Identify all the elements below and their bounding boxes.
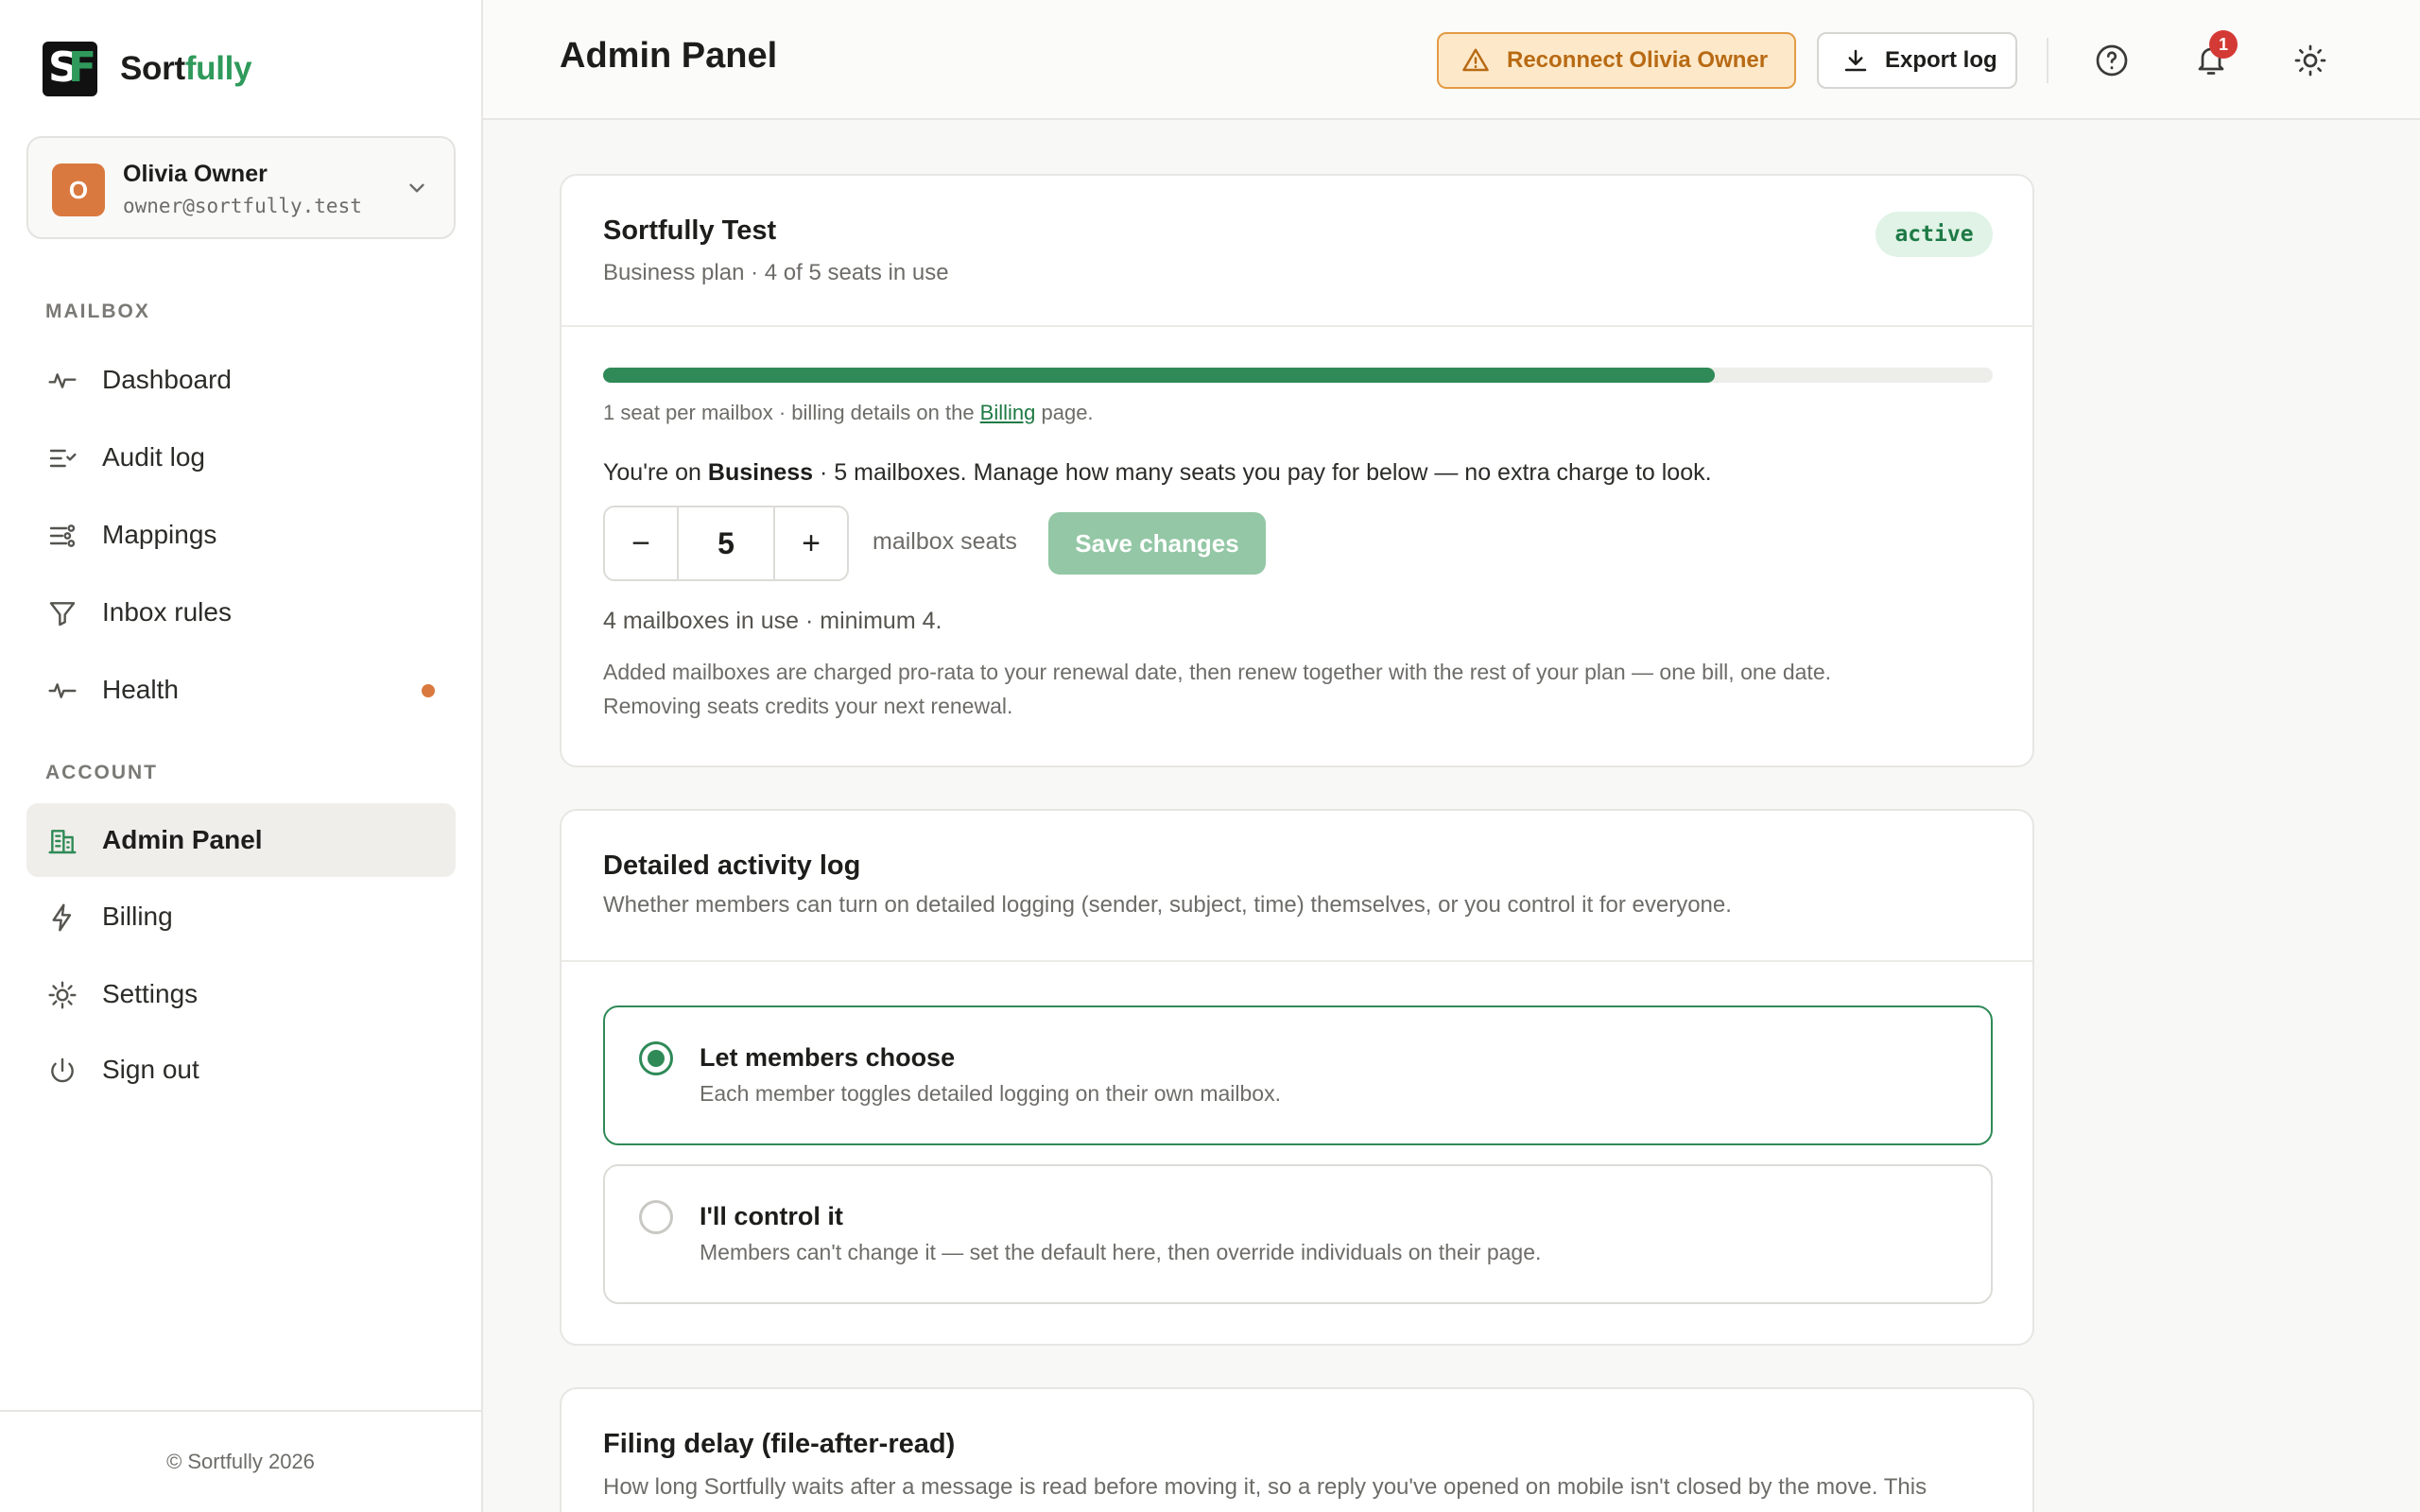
- option-title: Let members choose: [700, 1043, 956, 1072]
- export-log-label: Export log: [1885, 47, 1997, 73]
- list-check-icon: [49, 449, 77, 468]
- plan-card: Sortfully Test Business plan · 4 of 5 se…: [560, 174, 2034, 767]
- sidebar-item-label: Mappings: [102, 520, 217, 549]
- card-divider: [562, 325, 2032, 327]
- sidebar-item-audit-log[interactable]: Audit log: [26, 421, 456, 494]
- sidebar-item-health[interactable]: Health: [26, 653, 456, 727]
- sidebar-item-admin-panel[interactable]: Admin Panel: [26, 803, 456, 877]
- sidebar-item-label: Health: [102, 675, 179, 704]
- sun-icon[interactable]: [2293, 43, 2327, 77]
- health-alert-dot: [422, 684, 435, 697]
- sidebar-item-inbox-rules[interactable]: Inbox rules: [26, 576, 456, 649]
- top-bar: Admin Panel Reconnect Olivia Owner Expor…: [483, 0, 2420, 120]
- status-badge: active: [1876, 212, 1993, 257]
- download-icon: [1844, 49, 1867, 72]
- seat-usage-bar: [603, 368, 1993, 383]
- user-email: owner@sortfully.test: [123, 195, 362, 217]
- chevron-down-icon: [409, 183, 424, 193]
- sidebar-item-mappings[interactable]: Mappings: [26, 498, 456, 572]
- sidebar-item-label: Dashboard: [102, 365, 232, 394]
- activity-icon: [48, 373, 77, 388]
- bolt-icon: [52, 903, 72, 932]
- prorata-note-1: Added mailboxes are charged pro-rata to …: [603, 660, 1831, 684]
- radio-button[interactable]: [639, 1200, 673, 1234]
- increment-button[interactable]: +: [775, 507, 847, 579]
- power-icon: [51, 1057, 74, 1083]
- seat-label: mailbox seats: [873, 528, 1017, 555]
- brand[interactable]: SF Sortfully: [43, 42, 252, 96]
- account-switcher[interactable]: O Olivia Owner owner@sortfully.test: [26, 136, 456, 239]
- brand-name: Sortfully: [120, 50, 252, 87]
- copyright: © Sortfully 2026: [0, 1410, 481, 1512]
- export-log-button[interactable]: Export log: [1817, 32, 2017, 89]
- prorata-note-2: Removing seats credits your next renewal…: [603, 694, 1013, 718]
- notification-badge: 1: [2209, 30, 2238, 59]
- usage-note: 4 mailboxes in use · minimum 4.: [603, 608, 942, 634]
- option-let-members-choose[interactable]: Let members choose Each member toggles d…: [603, 1005, 1993, 1145]
- option-ill-control-it[interactable]: I'll control it Members can't change it …: [603, 1164, 1993, 1304]
- card-divider: [562, 960, 2032, 962]
- gear-icon: [48, 981, 77, 1009]
- logo-icon: SF: [43, 42, 97, 96]
- sidebar: SF Sortfully O Olivia Owner owner@sortfu…: [0, 0, 483, 1512]
- activity-log-title: Detailed activity log: [603, 850, 861, 881]
- sidebar-item-sign-out[interactable]: Sign out: [26, 1033, 456, 1107]
- option-description: Each member toggles detailed logging on …: [700, 1081, 1281, 1106]
- option-title: I'll control it: [700, 1202, 843, 1230]
- filter-icon: [49, 602, 76, 627]
- plan-summary: Business plan · 4 of 5 seats in use: [603, 260, 949, 285]
- sidebar-item-billing[interactable]: Billing: [26, 880, 456, 954]
- avatar: O: [52, 163, 105, 216]
- header-divider: [2047, 38, 2048, 83]
- seat-stepper: − 5 +: [603, 506, 849, 581]
- sidebar-item-label: Settings: [102, 979, 199, 1008]
- reconnect-label: Reconnect Olivia Owner: [1507, 47, 1769, 73]
- seat-count-input[interactable]: 5: [677, 507, 775, 579]
- radio-button[interactable]: [639, 1041, 673, 1075]
- warning-icon: [1462, 48, 1489, 72]
- section-label-account: ACCOUNT: [45, 762, 158, 783]
- filing-delay-subtitle: How long Sortfully waits after a message…: [603, 1474, 1927, 1500]
- activity-log-subtitle: Whether members can turn on detailed log…: [603, 892, 1732, 918]
- pulse-icon: [48, 683, 77, 698]
- filing-delay-title: Filing delay (file-after-read): [603, 1429, 956, 1459]
- sidebar-item-dashboard[interactable]: Dashboard: [26, 343, 456, 417]
- filing-delay-card: Filing delay (file-after-read) How long …: [560, 1387, 2034, 1512]
- workspace-name: Sortfully Test: [603, 215, 777, 246]
- sidebar-item-label: Sign out: [102, 1055, 199, 1084]
- seat-usage-fill: [603, 368, 1715, 383]
- option-description: Members can't change it — set the defaul…: [700, 1240, 1542, 1264]
- decrement-button[interactable]: −: [605, 507, 677, 579]
- save-changes-button[interactable]: Save changes: [1048, 512, 1266, 575]
- sidebar-item-label: Audit log: [102, 442, 205, 472]
- sidebar-item-label: Inbox rules: [102, 597, 232, 627]
- section-label-mailbox: MAILBOX: [45, 301, 150, 322]
- billing-link[interactable]: Billing: [980, 401, 1036, 424]
- sidebar-item-settings[interactable]: Settings: [26, 957, 456, 1031]
- sidebar-item-label: Admin Panel: [102, 825, 263, 854]
- billing-note: 1 seat per mailbox · billing details on …: [603, 401, 1094, 424]
- help-icon[interactable]: [2095, 43, 2129, 77]
- reconnect-button[interactable]: Reconnect Olivia Owner: [1437, 32, 1796, 89]
- page-title: Admin Panel: [560, 36, 778, 76]
- plan-description: You're on Business · 5 mailboxes. Manage…: [603, 459, 1712, 486]
- sliders-icon: [49, 524, 76, 547]
- building-icon: [48, 830, 77, 854]
- sidebar-item-label: Billing: [102, 902, 173, 931]
- activity-log-card: Detailed activity log Whether members ca…: [560, 809, 2034, 1346]
- user-name: Olivia Owner: [123, 161, 268, 187]
